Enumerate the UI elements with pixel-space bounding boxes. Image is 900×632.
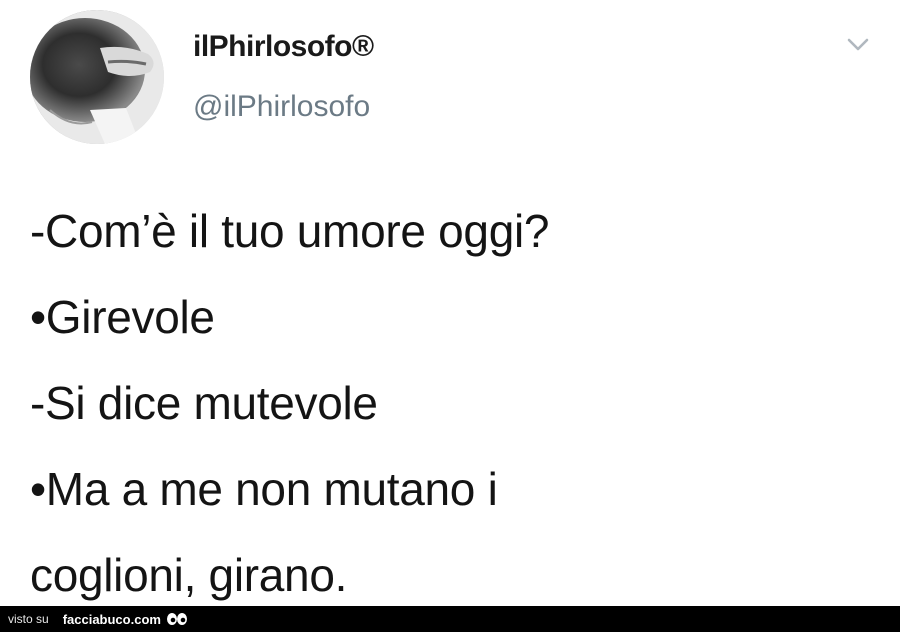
tweet-line: •Girevole	[30, 291, 215, 343]
watermark-site[interactable]: facciabuco.com	[63, 612, 161, 627]
eyes-icon	[166, 613, 187, 625]
tweet-card: ilPhirlosofo® @ilPhirlosofo -Com’è il tu…	[0, 0, 900, 606]
avatar[interactable]	[30, 10, 164, 144]
watermark-bar: visto su facciabuco.com	[0, 606, 900, 632]
chevron-down-icon[interactable]	[843, 34, 873, 56]
tweet-line: -Si dice mutevole	[30, 377, 378, 429]
user-handle[interactable]: @ilPhirlosofo	[193, 90, 370, 124]
avatar-image	[30, 10, 164, 144]
tweet-line: -Com’è il tuo umore oggi?	[30, 205, 550, 257]
tweet-text: -Com’è il tuo umore oggi? •Girevole -Si …	[30, 188, 870, 618]
tweet-line: •Ma a me non mutano i	[30, 463, 498, 515]
display-name[interactable]: ilPhirlosofo®	[193, 30, 374, 64]
watermark-prefix: visto su	[8, 612, 49, 626]
